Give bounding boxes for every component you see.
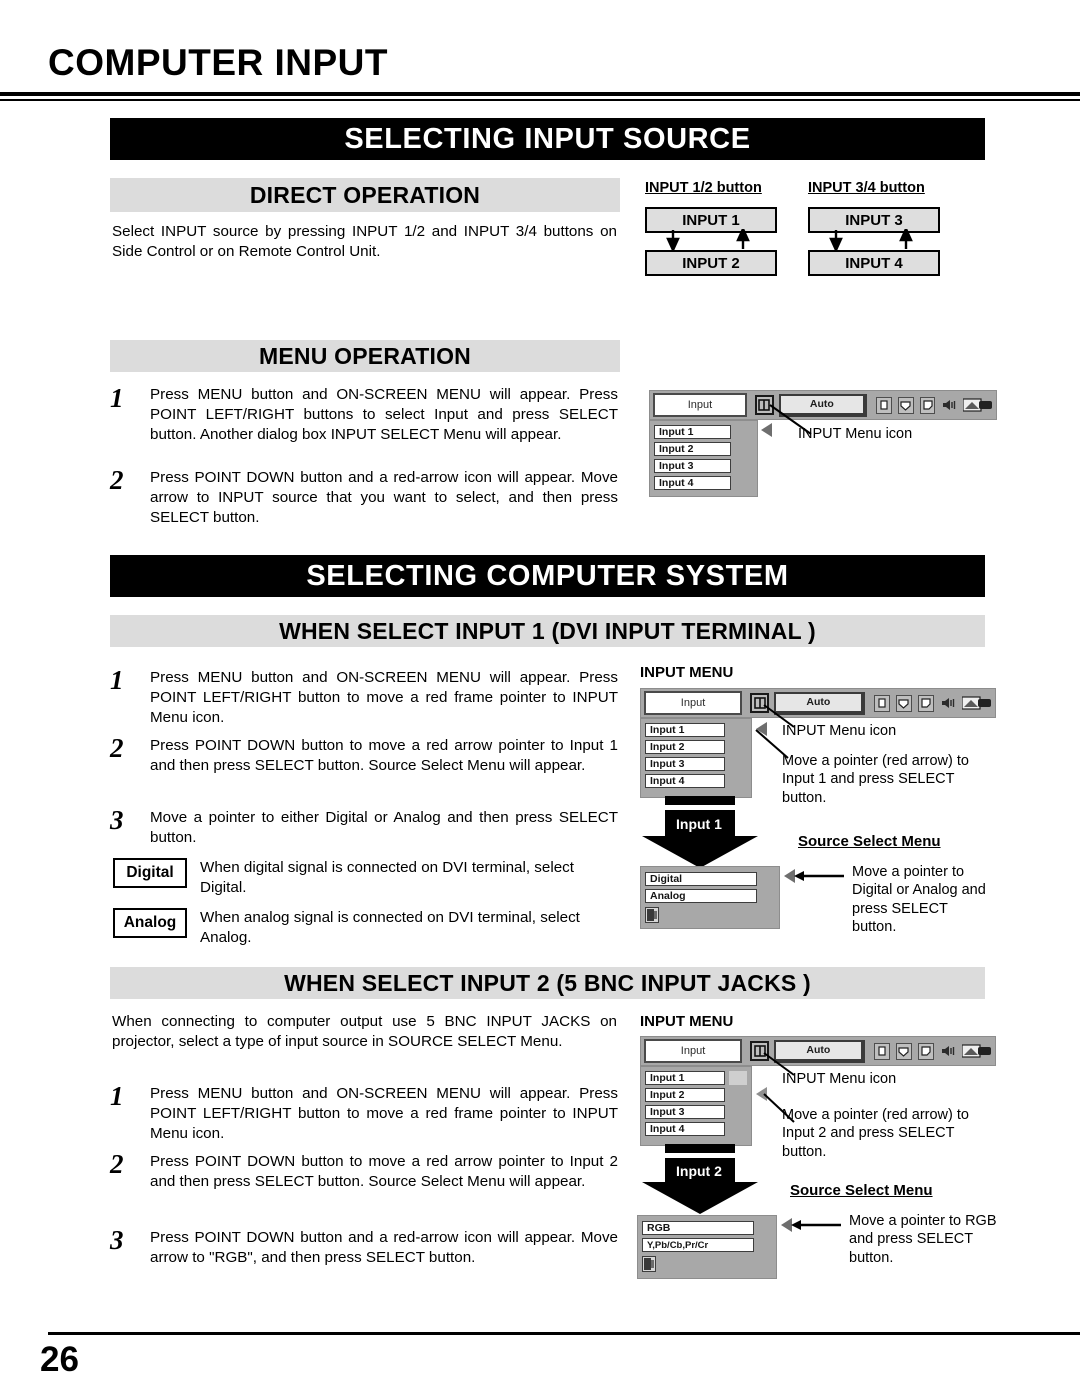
sound-icon-2[interactable] (940, 695, 956, 712)
pc-adjust-icon-2[interactable] (917, 694, 935, 712)
input1-step-1-text: Press MENU button and ON-SCREEN MENU wil… (150, 669, 618, 726)
input2-step-1-text: Press MENU button and ON-SCREEN MENU wil… (150, 1085, 618, 1142)
osd-list-item-input-1-c[interactable]: Input 1 (645, 1071, 725, 1085)
osd-list-item-input-3-c[interactable]: Input 3 (645, 1105, 725, 1119)
input-34-cycle-arrows (808, 229, 936, 250)
osd-list-item-input-4-b[interactable]: Input 4 (645, 774, 725, 788)
section-banner-selecting-input-source: SELECTING INPUT SOURCE (110, 118, 985, 160)
screen-icon-3[interactable] (873, 1042, 890, 1060)
input-12-cycle-arrows (645, 229, 773, 250)
osd-input-list-3: Input 1 Input 2 Input 3 Input 4 (640, 1066, 752, 1146)
callout-input-menu-icon-2: INPUT Menu icon (782, 723, 897, 739)
input2-intro-text: When connecting to computer output use 5… (112, 1013, 617, 1050)
callout-source-select-2: Move a pointer to RGB and press SELECT b… (849, 1213, 997, 1266)
osd-tab-input-2[interactable]: Input (644, 691, 743, 715)
source-arrow-line-1 (794, 871, 844, 881)
osd-quit-icon-2[interactable] (642, 1256, 656, 1272)
osd-title-input-menu-1: INPUT MENU (640, 664, 734, 681)
osd-menubar-3: Input Auto (640, 1036, 996, 1066)
osd-list-item-input-4[interactable]: Input 4 (654, 476, 731, 490)
osd-source-item-digital[interactable]: Digital (645, 872, 757, 886)
subheading-when-select-input-2: WHEN SELECT INPUT 2 (5 BNC INPUT JACKS ) (110, 967, 985, 999)
osd-tab-input-1[interactable]: Input (653, 393, 747, 417)
osd-title-input-menu-2: INPUT MENU (640, 1013, 734, 1030)
direct-operation-body: Select INPUT source by pressing INPUT 1/… (112, 223, 617, 260)
osd-quit-icon-1[interactable] (645, 907, 659, 923)
osd-list-item-input-3-b[interactable]: Input 3 (645, 757, 725, 771)
image-icon-3[interactable] (895, 1042, 912, 1060)
subheading-when-select-input-1: WHEN SELECT INPUT 1 (DVI INPUT TERMINAL … (110, 615, 985, 647)
pc-adjust-icon-1[interactable] (919, 396, 936, 414)
source-arrow-line-2 (791, 1220, 841, 1230)
menu-step-2-text: Press POINT DOWN button and a red-arrow … (150, 469, 618, 526)
source-select-menu-title-1: Source Select Menu (798, 833, 941, 850)
osd-source-item-analog[interactable]: Analog (645, 889, 757, 903)
screen-icon-1[interactable] (876, 396, 892, 414)
pc-adjust-icon-3[interactable] (917, 1042, 935, 1060)
page-number: 26 (40, 1340, 79, 1379)
flow-arrow-input-2 (640, 1144, 760, 1214)
footer-rule (48, 1332, 1080, 1335)
key-analog-description: When analog signal is connected on DVI t… (200, 909, 580, 946)
flow-arrow-label-input-2: Input 2 (676, 1163, 722, 1179)
osd-menubar-2: Input Auto (640, 688, 996, 718)
input1-step-3-text: Move a pointer to either Digital or Anal… (150, 809, 618, 846)
flow-arrow-input-1 (640, 796, 760, 868)
key-analog[interactable]: Analog (113, 908, 187, 938)
input-4-button[interactable]: INPUT 4 (808, 250, 940, 276)
key-digital-description: When digital signal is connected on DVI … (200, 859, 574, 896)
input-12-button-caption: INPUT 1/2 button (645, 180, 762, 196)
input2-step-1-number: 1 (110, 1081, 124, 1111)
osd-list-item-input-2-b[interactable]: Input 2 (645, 740, 725, 754)
menu-step-2-number: 2 (110, 465, 124, 495)
flow-arrow-label-input-1: Input 1 (676, 816, 722, 832)
callout-pointer-input-1: Move a pointer (red arrow) to Input 1 an… (782, 753, 969, 806)
osd-list-item-input-3[interactable]: Input 3 (654, 459, 731, 473)
osd-list-item-input-1-b[interactable]: Input 1 (645, 723, 725, 737)
sound-icon-3[interactable] (940, 1043, 956, 1060)
setting-icon-2[interactable] (962, 695, 992, 712)
sound-icon-1[interactable] (941, 397, 957, 414)
section-banner-selecting-computer-system: SELECTING COMPUTER SYSTEM (110, 555, 985, 597)
setting-icon-3[interactable] (962, 1043, 992, 1060)
source-select-menu-title-2: Source Select Menu (790, 1182, 933, 1199)
subheading-direct-operation: DIRECT OPERATION (110, 178, 620, 212)
menu-step-1-number: 1 (110, 383, 124, 413)
input1-step-1-number: 1 (110, 665, 124, 695)
input-34-button-caption: INPUT 3/4 button (808, 180, 925, 196)
osd-source-select-panel-2: RGB Y,Pb/Cb,Pr/Cr (637, 1215, 777, 1279)
header-rule-thick (0, 92, 1080, 96)
osd-source-item-rgb[interactable]: RGB (642, 1221, 754, 1235)
osd-list-item-input-1[interactable]: Input 1 (654, 425, 731, 439)
setting-icon-1[interactable] (963, 397, 993, 414)
osd-source-select-panel-1: Digital Analog (640, 866, 780, 929)
screen-icon-2[interactable] (873, 694, 890, 712)
subheading-menu-operation: MENU OPERATION (110, 340, 620, 372)
input1-step-2-text: Press POINT DOWN button to move a red ar… (150, 737, 618, 774)
input-2-button[interactable]: INPUT 2 (645, 250, 777, 276)
osd-tab-input-3[interactable]: Input (644, 1039, 743, 1063)
input1-step-3-number: 3 (110, 805, 124, 835)
osd-source-item-ypbpr[interactable]: Y,Pb/Cb,Pr/Cr (642, 1238, 754, 1252)
menu-step-1-text: Press MENU button and ON-SCREEN MENU wil… (150, 386, 618, 443)
input1-step-2-number: 2 (110, 733, 124, 763)
callout-source-select-1: Move a pointer to Digital or Analog and … (852, 864, 986, 935)
image-icon-2[interactable] (895, 694, 912, 712)
osd-list-item-input-4-c[interactable]: Input 4 (645, 1122, 725, 1136)
header-rule-thin (0, 99, 1080, 101)
input2-step-2-text: Press POINT DOWN button to move a red ar… (150, 1153, 618, 1190)
osd-list-item-input-2-c[interactable]: Input 2 (645, 1088, 725, 1102)
callout-input-menu-icon-3: INPUT Menu icon (782, 1071, 897, 1087)
input2-step-2-number: 2 (110, 1149, 124, 1179)
callout-input-menu-icon-1: INPUT Menu icon (798, 426, 913, 442)
image-icon-1[interactable] (897, 396, 914, 414)
osd-input-list-2: Input 1 Input 2 Input 3 Input 4 (640, 718, 752, 798)
osd-input-list-1: Input 1 Input 2 Input 3 Input 4 (649, 420, 758, 497)
callout-pointer-input-2: Move a pointer (red arrow) to Input 2 an… (782, 1107, 969, 1160)
osd-list-item-input-2[interactable]: Input 2 (654, 442, 731, 456)
page-title: COMPUTER INPUT (48, 42, 388, 83)
input2-step-3-text: Press POINT DOWN button and a red-arrow … (150, 1229, 618, 1266)
input2-step-3-number: 3 (110, 1225, 124, 1255)
key-digital[interactable]: Digital (113, 858, 187, 888)
